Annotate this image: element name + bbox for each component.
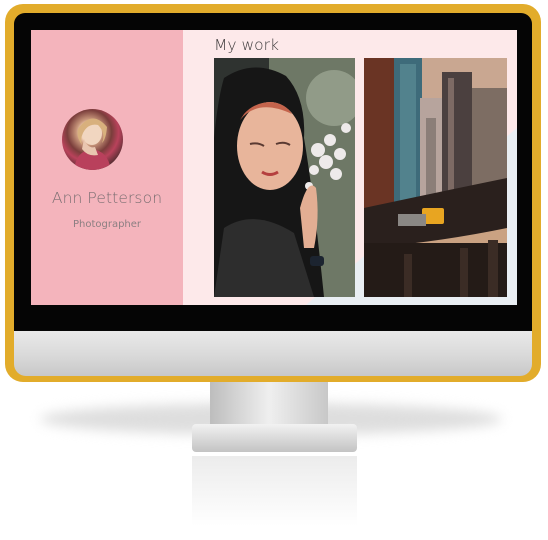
- city-train-skyscrapers-photo: [364, 58, 507, 297]
- monitor-chin: [14, 331, 532, 376]
- monitor-reflection: [192, 456, 357, 526]
- gallery-photo-city-train[interactable]: [364, 58, 507, 297]
- monitor-stand-neck: [210, 382, 328, 430]
- section-title: My work: [214, 36, 279, 54]
- screen: Ann Petterson Photographer My work: [31, 30, 517, 305]
- profile-sidebar: Ann Petterson Photographer: [31, 30, 183, 305]
- profile-role: Photographer: [72, 219, 142, 230]
- gallery-photo-woman-flowers[interactable]: [214, 58, 355, 297]
- profile-name: Ann Petterson: [51, 189, 163, 207]
- work-section: My work: [183, 30, 517, 305]
- avatar: [62, 109, 123, 170]
- person-portrait-icon: [74, 118, 111, 170]
- woman-with-flowers-photo: [214, 58, 355, 297]
- monitor-stand-base: [192, 424, 357, 452]
